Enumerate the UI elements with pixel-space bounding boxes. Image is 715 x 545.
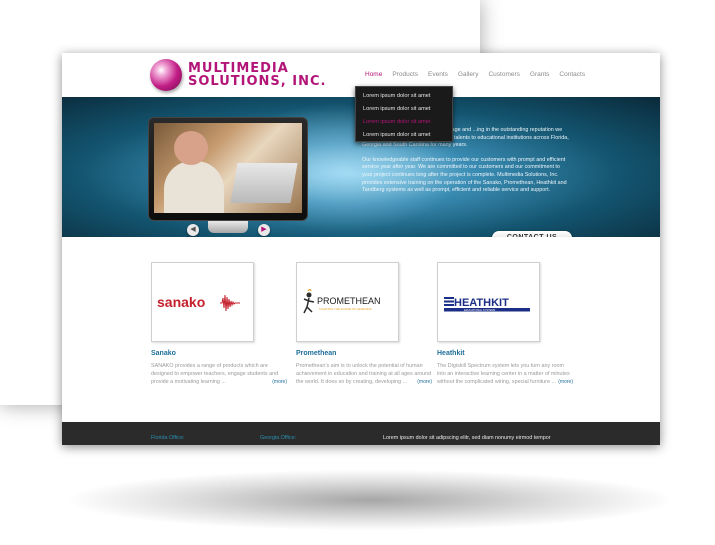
product-more-link[interactable]: (more): [417, 378, 432, 386]
nav-contacts[interactable]: Contacts: [554, 70, 590, 84]
slider-next-icon[interactable]: ▶: [258, 224, 270, 236]
product-card-sanako: sanako Sanako SANAKO provides a range of…: [151, 262, 287, 387]
product-description-text: Promethean’s aim is to unlock the potent…: [296, 363, 432, 386]
sanako-logo: sanako: [157, 294, 240, 312]
site-footer: Florida Office: Georgia Office: Lorem ip…: [62, 422, 660, 445]
main-nav: Home Products Events Gallery Customers G…: [360, 70, 590, 84]
product-image-frame[interactable]: sanako: [151, 262, 254, 342]
product-more-link[interactable]: (more): [558, 378, 573, 386]
products-section: sanako Sanako SANAKO provides a range of…: [62, 237, 660, 422]
nav-customers[interactable]: Customers: [483, 70, 524, 84]
nav-products[interactable]: Products: [387, 70, 423, 84]
product-description: Promethean’s aim is to unlock the potent…: [296, 362, 432, 387]
nav-grants[interactable]: Grants: [525, 70, 555, 84]
heathkit-logo-text: HEATHKIT: [454, 297, 509, 309]
product-description-text: The Digiskill Spectrum system lets you t…: [437, 363, 570, 386]
product-description: SANAKO provides a range of products whic…: [151, 362, 287, 387]
promethean-logo: PROMETHEAN LIGHTING THE FLAME OF LEARNIN…: [303, 289, 381, 314]
footer-florida-office: Florida Office:: [151, 435, 185, 441]
nav-home[interactable]: Home: [360, 70, 387, 84]
monitor-screen-photo: [154, 123, 302, 213]
dropdown-item-3[interactable]: Lorem ipsum dolor sit amet: [356, 116, 452, 129]
promethean-logo-text: PROMETHEAN: [317, 296, 381, 306]
product-image-frame[interactable]: PROMETHEAN LIGHTING THE FLAME OF LEARNIN…: [296, 262, 399, 342]
nav-gallery[interactable]: Gallery: [453, 70, 484, 84]
monitor-display: [148, 117, 308, 221]
website-preview: MULTIMEDIA SOLUTIONS, INC. Home Products…: [62, 53, 660, 445]
dropdown-item-4[interactable]: Lorem ipsum dolor sit amet: [356, 129, 452, 142]
product-description-text: SANAKO provides a range of products whic…: [151, 363, 279, 386]
slider-prev-icon[interactable]: ◀: [187, 224, 199, 236]
heathkit-logo: HEATHKIT EDUCATIONAL SYSTEMS: [444, 297, 530, 312]
logo-line-2: SOLUTIONS, INC.: [188, 74, 327, 89]
product-description: The Digiskill Spectrum system lets you t…: [437, 362, 573, 387]
logo-text: MULTIMEDIA SOLUTIONS, INC.: [188, 62, 338, 88]
photo-person-body: [164, 161, 224, 213]
footer-tagline: Lorem ipsum dolor sit adipscing elitr, s…: [383, 435, 551, 441]
mockup-stage: MULTIMEDIA SOLUTIONS, INC. Home Products…: [0, 0, 715, 545]
product-more-link[interactable]: (more): [272, 378, 287, 386]
photo-laptop: [230, 163, 298, 203]
home-dropdown-menu: Lorem ipsum dolor sit amet Lorem ipsum d…: [355, 86, 453, 142]
product-title[interactable]: Sanako: [151, 350, 281, 357]
product-image-frame[interactable]: HEATHKIT EDUCATIONAL SYSTEMS: [437, 262, 540, 342]
product-title[interactable]: Heathkit: [437, 350, 567, 357]
floor-shadow: [70, 470, 670, 530]
product-card-heathkit: HEATHKIT EDUCATIONAL SYSTEMS Heathkit Th…: [437, 262, 573, 387]
dropdown-item-2[interactable]: Lorem ipsum dolor sit amet: [356, 103, 452, 116]
hero-paragraph-2: Our knowledgeable staff continues to pro…: [362, 156, 567, 194]
company-logo[interactable]: MULTIMEDIA SOLUTIONS, INC.: [150, 59, 340, 91]
product-card-promethean: PROMETHEAN LIGHTING THE FLAME OF LEARNIN…: [296, 262, 432, 387]
product-title[interactable]: Promethean: [296, 350, 426, 357]
photo-person-head: [174, 131, 208, 165]
dropdown-item-1[interactable]: Lorem ipsum dolor sit amet: [356, 90, 452, 103]
sanako-logo-text: sanako: [157, 294, 205, 310]
monitor-stand: [208, 221, 248, 233]
logo-orb-icon: [150, 59, 182, 91]
nav-events[interactable]: Events: [423, 70, 453, 84]
heathkit-logo-subtext: EDUCATIONAL SYSTEMS: [464, 308, 496, 312]
footer-georgia-office: Georgia Office:: [260, 435, 297, 441]
promethean-logo-subtext: LIGHTING THE FLAME OF LEARNING: [319, 307, 373, 311]
